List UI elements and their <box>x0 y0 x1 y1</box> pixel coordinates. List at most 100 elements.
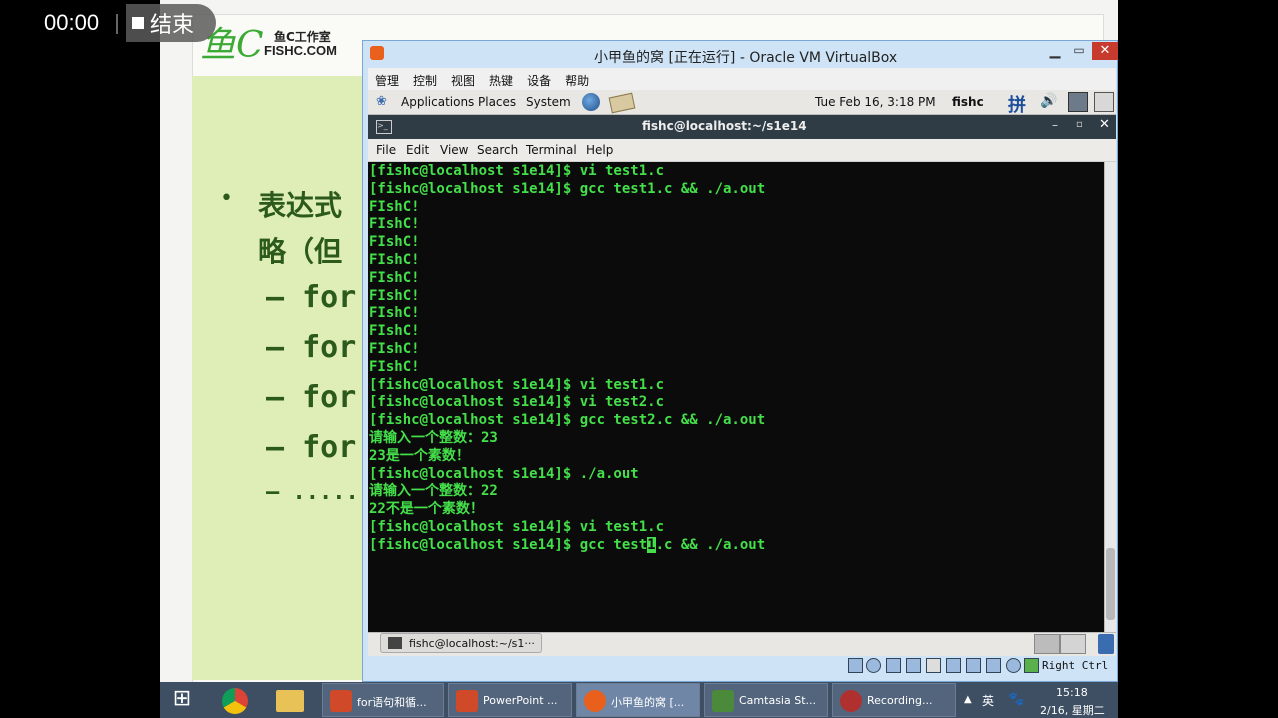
vbox-menu-hotkey[interactable]: 热键 <box>482 68 520 90</box>
terminal-line: FIshC! <box>369 305 420 322</box>
terminal-line: [fishc@localhost s1e14]$ vi test1.c <box>369 376 665 393</box>
window-maximize-button[interactable]: ▭ <box>1068 43 1090 59</box>
vbox-menu-devices[interactable]: 设备 <box>520 68 558 90</box>
file-explorer-icon[interactable] <box>276 690 304 712</box>
terminal-line: [fishc@localhost s1e14]$ gcc test2.c && … <box>369 412 766 429</box>
terminal-menu-help[interactable]: Help <box>586 143 613 157</box>
terminal-line: [fishc@localhost s1e14]$ vi test1.c <box>369 518 665 535</box>
usb-status-icon[interactable] <box>906 658 921 673</box>
terminal-line: [fishc@localhost s1e14]$ vi test2.c <box>369 394 665 411</box>
guest-taskbar-terminal-button[interactable]: fishc@localhost:~/s1··· <box>380 633 542 653</box>
workspace-1[interactable] <box>1034 634 1060 654</box>
chrome-icon[interactable] <box>222 688 248 714</box>
window-minimize-button[interactable]: ▁ <box>1044 43 1066 59</box>
keyboard-capture-icon[interactable] <box>1024 658 1039 673</box>
guest-menu-applications[interactable]: Applications <box>401 95 474 109</box>
volume-icon[interactable]: 🔊 <box>1040 93 1057 109</box>
gnome-foot-icon[interactable]: ❀ <box>376 94 392 110</box>
guest-menu-system[interactable]: System <box>526 95 571 109</box>
virtualbox-window-title: 小甲鱼的窝 [正在运行] - Oracle VM VirtualBox <box>594 50 898 66</box>
slide-content-area <box>192 76 362 680</box>
terminal-menu-edit[interactable]: Edit <box>406 143 429 157</box>
vbox-menu-control[interactable]: 控制 <box>406 68 444 90</box>
powerpoint-icon <box>330 690 352 712</box>
terminal-line: FIshC! <box>369 234 420 251</box>
input-method-icon[interactable]: 拼 <box>1008 91 1026 117</box>
optical-drive-icon[interactable] <box>866 658 881 673</box>
network-icon[interactable] <box>1068 92 1088 112</box>
camtasia-icon <box>712 690 734 712</box>
tray-ime-icon[interactable]: 🐾 <box>1008 692 1024 707</box>
terminal-line: FIshC! <box>369 358 420 375</box>
tray-language-indicator[interactable]: 英 <box>982 692 994 709</box>
trash-icon[interactable] <box>1098 634 1114 654</box>
stop-icon <box>132 17 144 29</box>
terminal-menu-view[interactable]: View <box>440 143 468 157</box>
terminal-app-icon: >_ <box>376 120 392 134</box>
guest-menu-places[interactable]: Places <box>478 95 516 109</box>
workspace-2[interactable] <box>1060 634 1086 654</box>
slide-subitem: – for <box>266 280 357 315</box>
slide-subitem: – for <box>266 430 357 465</box>
terminal-maximize-button[interactable]: ▫ <box>1076 119 1083 130</box>
vbox-menu-manage[interactable]: 管理 <box>368 68 406 90</box>
current-command-suffix: .c && ./a.out <box>655 536 766 553</box>
vbox-menu-view[interactable]: 视图 <box>444 68 482 90</box>
mouse-integration-icon[interactable] <box>1006 658 1021 673</box>
recording-status-icon[interactable] <box>986 658 1001 673</box>
terminal-line: [fishc@localhost s1e14]$ vi test1.c <box>369 163 665 179</box>
logo-site-text: FISHC.COM <box>264 43 337 58</box>
host-clock-date[interactable]: 2/16, 星期二 <box>1040 702 1105 718</box>
terminal-line: FIshC! <box>369 340 420 357</box>
terminal-cursor: 1 <box>647 536 656 553</box>
terminal-lines: [fishc@localhost s1e14]$ vi test1.c [fis… <box>369 163 1103 555</box>
virtualbox-app-icon <box>370 46 384 60</box>
hdd-status-icon[interactable] <box>848 658 863 673</box>
terminal-line: 23是一个素数！ <box>369 447 470 464</box>
tray-expand-icon[interactable]: ▲ <box>964 694 972 705</box>
guest-user-name[interactable]: fishc <box>952 95 984 109</box>
audio-status-icon[interactable] <box>886 658 901 673</box>
terminal-menu-search[interactable]: Search <box>477 143 518 157</box>
display-status-icon[interactable] <box>946 658 961 673</box>
vbox-menu-help[interactable]: 帮助 <box>558 68 596 90</box>
shared-folder-icon[interactable] <box>926 658 941 673</box>
slide-bullet: • <box>220 186 233 211</box>
terminal-menu-file[interactable]: File <box>376 143 396 157</box>
terminal-line: [fishc@localhost s1e14]$ ./a.out <box>369 465 639 482</box>
terminal-menu-terminal[interactable]: Terminal <box>526 143 577 157</box>
terminal-minimize-button[interactable]: – <box>1052 118 1058 132</box>
terminal-line: FIshC! <box>369 198 420 215</box>
terminal-line: FIshC! <box>369 216 420 233</box>
recording-timer: 00:00 <box>44 10 100 35</box>
start-button[interactable]: ⊞ <box>168 686 196 714</box>
terminal-current-line: [fishc@localhost s1e14]$ gcc test1.c && … <box>369 536 1103 555</box>
terminal-line: FIshC! <box>369 287 420 304</box>
terminal-task-icon <box>388 637 402 649</box>
current-command-prefix: [fishc@localhost s1e14]$ gcc test <box>369 536 648 553</box>
terminal-line: FIshC! <box>369 323 420 340</box>
terminal-line: FIshC! <box>369 269 420 286</box>
virtualbox-statusbar <box>368 656 1116 678</box>
slide-subitem: – for <box>266 380 357 415</box>
network-status-icon[interactable] <box>966 658 981 673</box>
terminal-window-title: fishc@localhost:~/s1e14 <box>642 119 807 133</box>
terminal-line: 请输入一个整数：23 <box>369 429 498 446</box>
terminal-close-button[interactable]: ✕ <box>1099 117 1110 132</box>
virtualbox-taskbar-icon <box>584 690 606 712</box>
web-browser-icon[interactable] <box>582 93 600 111</box>
host-clock-time[interactable]: 15:18 <box>1056 686 1088 699</box>
recording-end-button[interactable]: 结束 <box>126 4 216 42</box>
terminal-scrollbar-thumb[interactable] <box>1106 548 1115 620</box>
powerpoint-icon <box>456 690 478 712</box>
printer-icon[interactable] <box>1094 92 1114 112</box>
recording-divider <box>116 14 118 34</box>
terminal-line: 22不是一个素数！ <box>369 501 484 518</box>
guest-clock[interactable]: Tue Feb 16, 3:18 PM <box>815 95 936 109</box>
window-close-button[interactable]: ✕ <box>1092 42 1118 60</box>
terminal-line: [fishc@localhost s1e14]$ gcc test1.c && … <box>369 180 766 197</box>
slide-subitem: – for <box>266 330 357 365</box>
slide-text-line2: 略（但 <box>258 235 343 268</box>
terminal-line: 请输入一个整数：22 <box>369 483 498 500</box>
recording-icon <box>840 690 862 712</box>
